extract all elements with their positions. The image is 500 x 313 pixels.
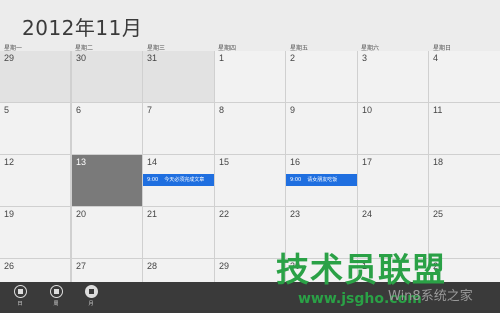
- day-number: 23: [290, 209, 301, 219]
- day-number: 17: [362, 157, 373, 167]
- day-number: 2: [290, 53, 296, 63]
- day-cell[interactable]: 7: [143, 103, 214, 154]
- day-number: 7: [147, 105, 153, 115]
- day-number: 27: [76, 261, 87, 271]
- day-number: 8: [219, 105, 225, 115]
- day-number: 6: [76, 105, 82, 115]
- day-cell[interactable]: 20: [72, 207, 142, 258]
- day-number: 28: [147, 261, 158, 271]
- day-number: 11: [433, 105, 443, 115]
- day-cell[interactable]: 4: [429, 51, 500, 102]
- day-number: 14: [147, 157, 158, 167]
- day-cell[interactable]: 22: [215, 207, 285, 258]
- day-cell[interactable]: 12: [0, 155, 70, 206]
- day-cell[interactable]: 29: [0, 51, 70, 102]
- month-view-label: 月: [88, 301, 94, 307]
- day-number: 10: [362, 105, 373, 115]
- day-cell[interactable]: 15: [215, 155, 285, 206]
- day-number: 12: [4, 157, 15, 167]
- day-cell[interactable]: 27: [72, 259, 142, 282]
- day-number: 13: [76, 157, 87, 167]
- event-title: 今天必须完成文章: [164, 177, 205, 183]
- day-number: 25: [433, 209, 444, 219]
- day-number: 4: [433, 53, 439, 63]
- day-cell[interactable]: 30: [72, 51, 142, 102]
- day-number: 29: [219, 261, 230, 271]
- day-number: 18: [433, 157, 444, 167]
- day-cell[interactable]: 1: [215, 51, 285, 102]
- month-view-icon: [84, 285, 98, 298]
- day-number: 3: [362, 53, 368, 63]
- week-view-button[interactable]: 周: [46, 285, 66, 307]
- day-cell[interactable]: 5: [0, 103, 70, 154]
- day-cell[interactable]: 8: [215, 103, 285, 154]
- day-number: 16: [290, 157, 301, 167]
- day-number: 29: [4, 53, 15, 63]
- month-view-button[interactable]: 月: [81, 285, 101, 307]
- watermark-subtitle: Win8系统之家: [388, 289, 473, 304]
- day-cell[interactable]: 11: [429, 103, 500, 154]
- day-number: 20: [76, 209, 87, 219]
- day-number: 1: [219, 53, 225, 63]
- calendar-event[interactable]: 9:00 请女朋友吃饭: [286, 174, 357, 186]
- watermark-logo: 技术员联盟: [276, 250, 446, 289]
- day-number: 15: [219, 157, 230, 167]
- week-view-label: 周: [53, 301, 59, 307]
- day-number: 26: [4, 261, 15, 271]
- day-number: 19: [4, 209, 15, 219]
- day-view-button[interactable]: 日: [10, 285, 30, 307]
- day-view-icon: [13, 285, 27, 298]
- calendar-event[interactable]: 9:00 今天必须完成文章: [143, 174, 214, 186]
- event-time: 9:00: [147, 177, 159, 183]
- day-number: 24: [362, 209, 373, 219]
- day-cell[interactable]: 21: [143, 207, 214, 258]
- day-cell[interactable]: 3: [358, 51, 428, 102]
- week-view-icon: [49, 285, 63, 298]
- day-number: 22: [219, 209, 230, 219]
- day-number: 31: [147, 53, 158, 63]
- day-cell[interactable]: 9: [286, 103, 357, 154]
- day-cell[interactable]: 2: [286, 51, 357, 102]
- day-cell[interactable]: 17: [358, 155, 428, 206]
- day-cell[interactable]: 18: [429, 155, 500, 206]
- day-number: 9: [290, 105, 296, 115]
- day-cell[interactable]: 28: [143, 259, 214, 282]
- day-cell[interactable]: 19: [0, 207, 70, 258]
- day-cell[interactable]: 10: [358, 103, 428, 154]
- day-number: 30: [76, 53, 87, 63]
- day-number: 21: [147, 209, 158, 219]
- day-view-label: 日: [17, 301, 23, 307]
- day-cell[interactable]: 31: [143, 51, 214, 102]
- day-cell[interactable]: 29: [215, 259, 285, 282]
- event-time: 9:00: [290, 177, 302, 183]
- day-cell[interactable]: 26: [0, 259, 70, 282]
- day-cell[interactable]: 13: [72, 155, 142, 206]
- day-cell[interactable]: 6: [72, 103, 142, 154]
- month-title: 2012年11月: [22, 16, 143, 40]
- event-title: 请女朋友吃饭: [307, 177, 338, 183]
- day-number: 5: [4, 105, 10, 115]
